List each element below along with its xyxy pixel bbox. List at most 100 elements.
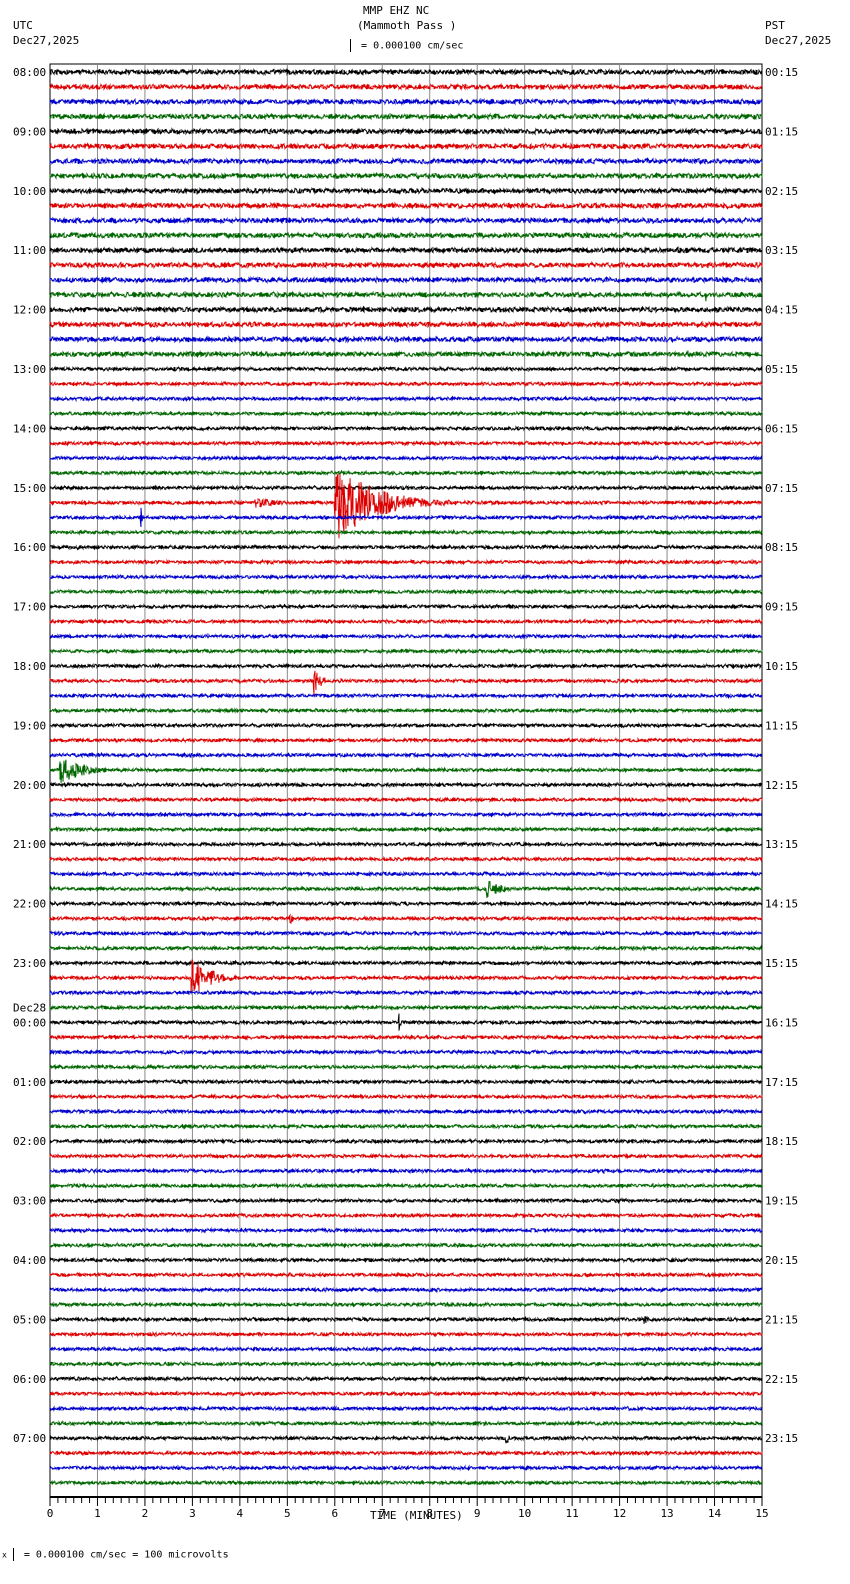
seismic-trace xyxy=(49,840,763,848)
seismic-trace xyxy=(49,558,763,566)
pst-hour-label: 06:15 xyxy=(765,422,798,435)
seismic-trace xyxy=(49,1033,763,1041)
seismic-trace xyxy=(49,1137,763,1145)
seismic-trace xyxy=(49,1078,763,1086)
seismic-trace xyxy=(49,1330,763,1338)
seismic-trace xyxy=(49,1390,763,1398)
seismic-trace xyxy=(49,1479,763,1487)
seismic-trace xyxy=(49,796,763,804)
seismic-trace xyxy=(49,424,763,432)
seismic-trace xyxy=(49,1093,763,1101)
utc-hour-label: 05:00 xyxy=(13,1313,46,1326)
utc-hour-label: 01:00 xyxy=(13,1076,46,1089)
seismic-trace xyxy=(49,290,763,302)
seismic-trace xyxy=(49,759,763,783)
seismic-trace xyxy=(49,670,763,696)
seismic-trace xyxy=(49,573,763,581)
x-tick-label: 14 xyxy=(708,1507,722,1520)
seismogram-page: MMP EHZ NC (Mammoth Pass ) UTC Dec27,202… xyxy=(0,0,850,1584)
seismic-trace xyxy=(49,1434,763,1444)
utc-hour-label: 17:00 xyxy=(13,601,46,614)
seismic-trace xyxy=(49,944,763,952)
seismic-trace xyxy=(49,335,763,344)
seismic-trace xyxy=(49,1315,763,1324)
seismic-trace xyxy=(49,245,763,255)
seismic-trace xyxy=(49,156,763,166)
seismic-trace xyxy=(49,811,763,818)
seismic-trace xyxy=(49,1241,763,1249)
seismic-trace xyxy=(49,1375,763,1383)
utc-hour-label: 14:00 xyxy=(13,422,46,435)
seismic-trace xyxy=(49,454,763,462)
seismic-trace xyxy=(49,410,763,417)
utc-hour-label: 21:00 xyxy=(13,838,46,851)
seismic-trace xyxy=(49,142,763,151)
seismic-trace xyxy=(49,365,763,373)
x-tick-label: 7 xyxy=(379,1507,386,1520)
seismic-trace xyxy=(49,1212,763,1219)
x-tick-label: 9 xyxy=(474,1507,481,1520)
utc-hour-label: 20:00 xyxy=(13,779,46,792)
seismic-trace xyxy=(49,881,763,899)
pst-hour-label: 09:15 xyxy=(765,601,798,614)
seismic-trace xyxy=(49,82,763,92)
utc-hour-label: 09:00 xyxy=(13,125,46,138)
pst-hour-label: 11:15 xyxy=(765,719,798,732)
pst-hour-label: 20:15 xyxy=(765,1254,798,1267)
seismic-trace xyxy=(49,913,763,924)
utc-hour-label: 22:00 xyxy=(13,898,46,911)
seismic-trace xyxy=(49,201,763,210)
utc-hour-label: 06:00 xyxy=(13,1373,46,1386)
seismic-trace xyxy=(49,1063,763,1071)
pst-hour-label: 01:15 xyxy=(765,125,798,138)
utc-hour-label: 19:00 xyxy=(13,719,46,732)
seismic-trace xyxy=(49,1404,763,1412)
date-change-label: Dec28 xyxy=(13,1001,46,1014)
helicorder-plot: 08:00 00:15 09:00 01:15 10:00 02:15 11:00 03:15… xyxy=(13,63,798,1520)
seismic-trace xyxy=(49,1419,763,1427)
seismic-trace xyxy=(49,959,763,967)
pst-hour-label: 10:15 xyxy=(765,660,798,673)
seismic-trace xyxy=(49,647,763,655)
utc-hour-label: 16:00 xyxy=(13,541,46,554)
seismic-trace xyxy=(49,1167,763,1175)
pst-hour-label: 02:15 xyxy=(765,185,798,198)
seismic-trace xyxy=(49,1048,763,1056)
x-tick-label: 10 xyxy=(518,1507,531,1520)
pst-hour-label: 08:15 xyxy=(765,541,798,554)
seismic-trace xyxy=(49,826,763,833)
seismic-trace xyxy=(49,1464,763,1472)
pst-hour-label: 14:15 xyxy=(765,898,798,911)
seismic-trace xyxy=(49,439,763,447)
seismic-trace xyxy=(49,127,763,136)
pst-hour-label: 04:15 xyxy=(765,304,798,317)
seismic-trace xyxy=(49,171,763,181)
x-tick-label: 12 xyxy=(613,1507,626,1520)
pst-hour-label: 19:15 xyxy=(765,1195,798,1208)
seismic-trace xyxy=(49,1256,763,1264)
seismic-trace xyxy=(49,1286,763,1294)
seismic-trace xyxy=(49,473,763,539)
utc-hour-label: 23:00 xyxy=(13,957,46,970)
seismic-trace xyxy=(49,186,763,196)
seismic-trace xyxy=(49,380,763,388)
seismic-trace xyxy=(49,1271,763,1279)
seismic-trace xyxy=(49,507,763,528)
seismic-trace xyxy=(49,112,763,121)
seismic-trace xyxy=(49,1301,763,1309)
pst-hour-label: 15:15 xyxy=(765,957,798,970)
pst-hour-label: 07:15 xyxy=(765,482,798,495)
pst-hour-label: 17:15 xyxy=(765,1076,798,1089)
seismic-trace xyxy=(49,260,763,270)
seismic-trace xyxy=(49,484,763,492)
seismic-trace xyxy=(49,1449,763,1457)
pst-hour-label: 21:15 xyxy=(765,1313,798,1326)
seismic-trace xyxy=(49,1197,763,1205)
pst-hour-label: 05:15 xyxy=(765,363,798,376)
seismic-trace xyxy=(49,662,763,670)
seismic-trace xyxy=(49,1013,763,1031)
seismic-trace xyxy=(49,1004,763,1012)
seismic-trace xyxy=(49,721,763,729)
seismic-trace xyxy=(49,320,763,329)
x-tick-label: 0 xyxy=(47,1507,54,1520)
